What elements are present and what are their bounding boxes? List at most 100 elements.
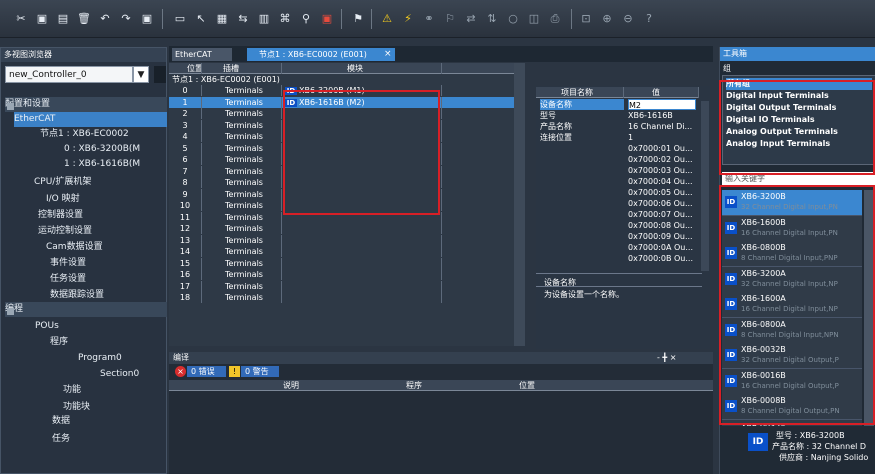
module-cell[interactable] [282,280,442,292]
help-icon[interactable]: ? [642,12,656,26]
tree-function-blocks[interactable]: 功能块 [63,400,90,415]
tree-program0[interactable]: Program0 [78,351,122,366]
sync-icon[interactable]: ⇆ [236,12,250,26]
property-name [540,231,624,242]
tree-cpu-rack[interactable]: CPU/扩展机架 [34,175,91,190]
module-cell[interactable] [282,246,442,257]
col-position[interactable]: 位置 [169,63,202,74]
search-icon[interactable]: ⚲ [299,12,313,26]
redo-icon[interactable]: ↷ [119,12,133,26]
tab-node1[interactable]: 节点1 : XB6-EC0002 (E001) [247,48,395,61]
col-module[interactable]: 模块 [282,63,442,74]
properties-panel: 项目名称 值 设备名称 M2 型号 XB6-1616B 产品名称 16 Channel D… [536,86,710,349]
tree-programs[interactable]: 程序 [50,335,68,350]
online-icon[interactable]: ⚐ [443,12,457,26]
tree-icon[interactable]: ⌘ [278,12,292,26]
module-cell[interactable] [282,234,442,246]
controller-status-icon [154,66,166,83]
warning-icon[interactable]: ⚠ [380,12,394,26]
cursor-icon[interactable]: ↖ [194,12,208,26]
chevron-down-icon[interactable]: ▼ [133,66,149,83]
pane-controls[interactable]: - ╋ × [657,352,677,364]
module-cell[interactable] [282,292,442,303]
module-cell[interactable] [282,257,442,269]
table-row[interactable]: 17 Terminals [169,280,517,292]
tree-section0[interactable]: Section0 [100,367,139,382]
controller-select[interactable]: new_Controller_0 [5,66,133,83]
tree-data[interactable]: 数据 [52,414,70,429]
logic-icon[interactable]: ◫ [527,12,541,26]
toolbox-title: 工具箱 [720,47,875,61]
undo-icon[interactable]: ↶ [98,12,112,26]
property-name [540,154,624,165]
tree-node1[interactable]: 节点1 : XB6-EC0002 [40,127,167,142]
expand-icon[interactable] [7,103,14,110]
property-value: 0x7000:09 Ou... [628,232,693,241]
tree-functions[interactable]: 功能 [63,383,81,398]
property-value[interactable]: M2 [628,99,696,110]
tree-trace-settings[interactable]: 数据跟踪设置 [50,288,104,303]
tree-task-settings[interactable]: 任务设置 [50,272,86,287]
expand-icon[interactable] [7,308,14,315]
chart-icon[interactable]: ▥ [257,12,271,26]
table-row[interactable]: 18 Terminals [169,292,517,303]
print-icon[interactable]: ⎙ [548,12,562,26]
property-value: 0x7000:03 Ou... [628,166,693,175]
errors-filter[interactable]: 0 错误 [187,366,226,377]
compile-icon[interactable]: ⚑ [351,12,365,26]
tree-io-map[interactable]: I/O 映射 [46,192,80,207]
scrollbar[interactable] [701,101,709,271]
tree-module0[interactable]: 0 : XB6-3200B(M [64,142,167,157]
circle-icon[interactable]: ○ [506,12,520,26]
transfer-icon[interactable]: ⇄ [464,12,478,26]
tree-pous[interactable]: POUs [35,319,59,334]
tree-motion-settings[interactable]: 运动控制设置 [38,224,92,239]
zoom-in-icon[interactable]: ⊕ [600,12,614,26]
col-description[interactable]: 说明 [283,380,299,391]
compile-title: 编译 [169,352,713,364]
copy-icon[interactable]: ▣ [35,12,49,26]
tree-ethercat[interactable]: EtherCAT [14,112,167,127]
tree-config-settings[interactable]: 配置和设置 [5,97,167,112]
table-row[interactable]: 15 Terminals [169,257,517,269]
col-item-name: 项目名称 [536,87,624,98]
tree-cam-settings[interactable]: Cam数据设置 [46,240,103,255]
tree-programming[interactable]: 编程 [5,302,167,317]
properties-header: 项目名称 值 [536,87,699,98]
close-icon[interactable]: × [384,48,394,61]
delete-icon[interactable]: 🗑 [77,12,91,26]
grid-icon[interactable]: ▦ [215,12,229,26]
col-slot[interactable]: 插槽 [202,63,282,74]
module-cell[interactable] [282,223,442,234]
tab-ethercat[interactable]: EtherCAT [172,48,232,61]
monitor-icon[interactable]: ▭ [173,12,187,26]
build-icon[interactable]: ▣ [140,12,154,26]
property-name [540,220,624,231]
frame-icon[interactable]: ⊡ [579,12,593,26]
zoom-out-icon[interactable]: ⊖ [621,12,635,26]
stop-icon[interactable]: ▣ [320,12,334,26]
module-cell[interactable] [282,269,442,280]
tree-event-settings[interactable]: 事件设置 [50,256,86,271]
offline-icon[interactable]: ⚭ [422,12,436,26]
divider [536,273,702,274]
col-location[interactable]: 位置 [519,380,535,391]
toolbar-separator [371,9,372,29]
position-cell: 6 [169,154,202,165]
paste-icon[interactable]: ▤ [56,12,70,26]
io-icon[interactable]: ⇅ [485,12,499,26]
property-name [540,187,624,198]
scrollbar[interactable] [514,63,525,346]
warnings-filter[interactable]: 0 警告 [241,366,279,377]
step-icon[interactable]: ⚡ [401,12,415,26]
table-row[interactable]: 14 Terminals [169,246,517,257]
table-row[interactable]: 12 Terminals [169,223,517,234]
position-cell: 3 [169,119,202,131]
col-program[interactable]: 程序 [406,380,422,391]
tree-tasks[interactable]: 任务 [52,432,70,447]
tree-controller-settings[interactable]: 控制器设置 [38,208,83,223]
tree-module1[interactable]: 1 : XB6-1616B(M [64,157,167,172]
table-row[interactable]: 13 Terminals [169,234,517,246]
cut-icon[interactable]: ✂ [14,12,28,26]
table-row[interactable]: 16 Terminals [169,269,517,280]
